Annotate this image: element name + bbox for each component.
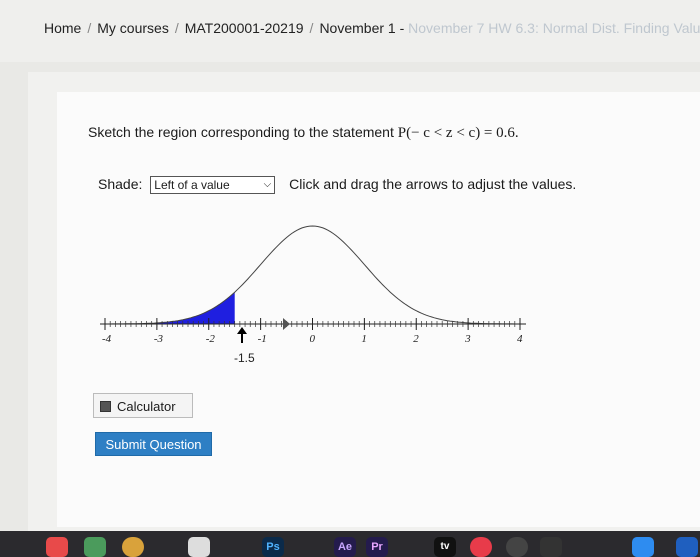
shaded-region	[105, 292, 235, 324]
calculator-icon	[100, 401, 111, 412]
shade-label: Shade:	[98, 176, 143, 192]
shade-selected-value: Left of a value	[154, 178, 230, 193]
tick-label: 2	[413, 333, 419, 345]
normal-distribution-graph[interactable]: -4 -3 -2 -1 0 1 2 3 4 -1.5	[90, 210, 550, 370]
breadcrumb-assignment[interactable]: November 7 HW 6.3: Normal Dist. Finding …	[408, 20, 700, 36]
calculator-label: Calculator	[117, 399, 176, 414]
tick-label: 0	[310, 333, 316, 345]
chrome-icon[interactable]	[122, 537, 144, 557]
calculator-button[interactable]: Calculator	[93, 393, 193, 418]
submit-question-button[interactable]: Submit Question	[95, 432, 212, 456]
word-icon[interactable]	[676, 537, 698, 557]
breadcrumb-course[interactable]: MAT200001-20219	[185, 20, 304, 36]
app-store-icon[interactable]	[632, 537, 654, 557]
handle-value-label: -1.5	[234, 351, 255, 365]
shade-row: Shade: Left of a value ⌵ Click and drag …	[98, 176, 577, 195]
instruction-text: Click and drag the arrows to adjust the …	[289, 176, 577, 192]
breadcrumb-home[interactable]: Home	[44, 20, 81, 36]
photos-icon[interactable]	[84, 537, 106, 557]
tick-label: 4	[517, 333, 523, 345]
tick-label: 1	[361, 333, 367, 345]
stocks-icon[interactable]	[540, 537, 562, 557]
calendar-icon[interactable]	[46, 537, 68, 557]
tick-label: -1	[258, 333, 267, 345]
submit-label: Submit Question	[105, 437, 202, 452]
drag-handle-arrow-right[interactable]	[283, 318, 290, 330]
breadcrumb-section[interactable]: November 1 -	[319, 20, 404, 36]
breadcrumb-separator: /	[87, 20, 92, 36]
chevron-down-icon: ⌵	[263, 179, 272, 191]
tick-label: -4	[102, 333, 112, 345]
question-statement: Sketch the region corresponding to the s…	[88, 124, 519, 142]
shade-select[interactable]: Left of a value ⌵	[150, 176, 276, 195]
normal-curve	[105, 225, 520, 325]
tick-labels: -4 -3 -2 -1 0 1 2 3 4	[102, 333, 523, 345]
breadcrumb-separator: /	[174, 20, 179, 36]
tick-label: -3	[154, 333, 164, 345]
notes-icon[interactable]	[188, 537, 210, 557]
tick-label: 3	[464, 333, 471, 345]
photoshop-icon[interactable]: Ps	[262, 537, 284, 557]
premiere-icon[interactable]: Pr	[366, 537, 388, 557]
news-icon[interactable]	[470, 537, 492, 557]
drag-handle-arrow[interactable]	[237, 327, 247, 343]
after-effects-icon[interactable]: Ae	[334, 537, 356, 557]
statement-text: Sketch the region corresponding to the s…	[88, 124, 398, 140]
apple-tv-icon[interactable]: tv	[434, 537, 456, 557]
breadcrumb: Home / My courses / MAT200001-20219 / November…	[44, 20, 700, 36]
macos-dock: Ps Ae Pr tv	[0, 531, 700, 557]
music-icon[interactable]	[506, 537, 528, 557]
breadcrumb-separator: /	[309, 20, 314, 36]
tick-label: -2	[206, 333, 216, 345]
statement-math: P(− c < z < c) = 0.6.	[397, 125, 519, 141]
breadcrumb-my-courses[interactable]: My courses	[97, 20, 169, 36]
header-bar: Home / My courses / MAT200001-20219 / November…	[0, 0, 700, 62]
